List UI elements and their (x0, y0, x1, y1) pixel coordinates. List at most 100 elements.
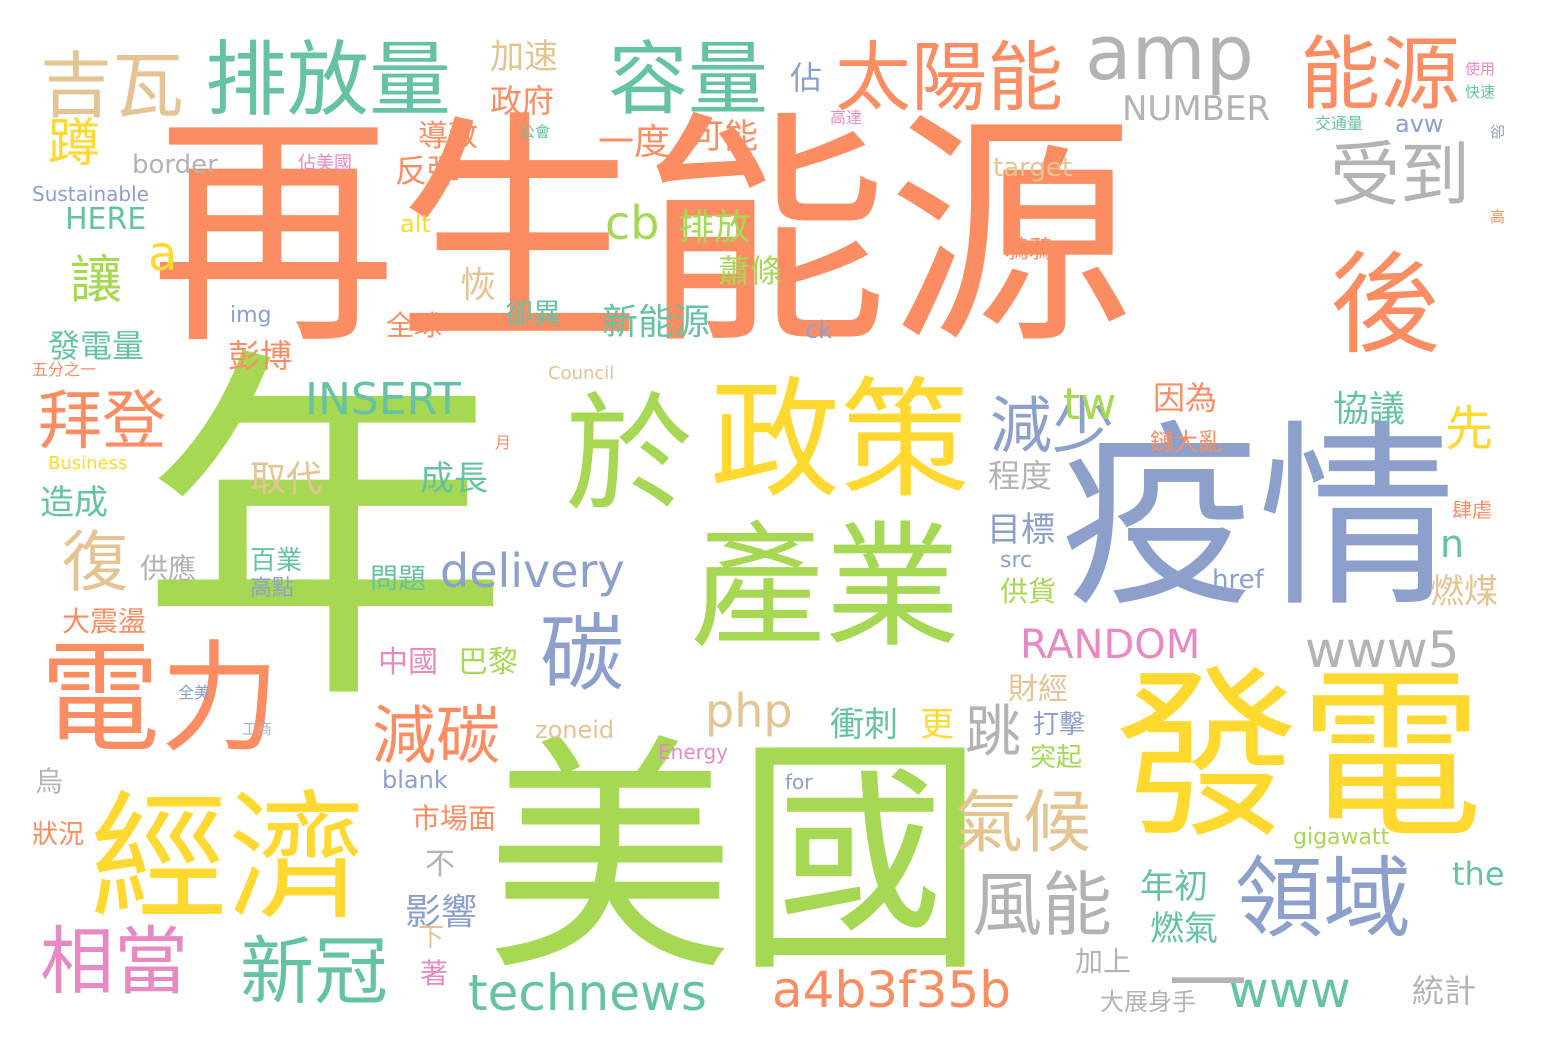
word: 公會 (520, 123, 551, 141)
word: 發電 (1115, 650, 1484, 864)
word: 中國 (378, 645, 438, 680)
word: a (148, 226, 178, 282)
word: 高點 (250, 576, 295, 601)
word: 於 (565, 381, 694, 530)
word: 年初 (1140, 867, 1208, 907)
word: 排放量 (205, 33, 452, 128)
word: 發電量 (48, 327, 145, 365)
word: 協議 (1333, 389, 1406, 430)
word: 全美 (178, 683, 211, 702)
word: NUMBER (1122, 89, 1271, 129)
word: a4b3f35b (772, 961, 1011, 1019)
word: 復 (62, 524, 128, 601)
word: 下 (418, 923, 445, 953)
word: 巴黎 (458, 645, 518, 680)
word: — (1168, 928, 1248, 1021)
word: 百業 (250, 546, 303, 576)
word: 彭博 (228, 337, 293, 375)
word: 卻 (1490, 123, 1506, 141)
word: 五分之一 (32, 360, 97, 379)
word: 碳 (540, 605, 625, 703)
word: 恢 (460, 265, 497, 306)
word: 工商 (242, 720, 273, 738)
word: 因為 (1153, 379, 1218, 417)
word: 大震盪 (62, 605, 147, 638)
word: 目標 (987, 510, 1055, 550)
word: 反彈 (395, 152, 460, 190)
word: 鏈大亂 (1150, 428, 1222, 456)
word: 一度 (598, 122, 671, 163)
word: 打擊 (1033, 710, 1086, 740)
word: 供貨 (1000, 575, 1057, 608)
word: 政府 (490, 82, 555, 120)
word: 狀況 (32, 820, 85, 850)
word: 拜登 (38, 385, 166, 459)
word: 佔美國 (298, 153, 352, 174)
word: 容量 (608, 33, 768, 126)
word: tw (1063, 379, 1117, 430)
word: 可能 (690, 117, 758, 157)
word: 問題 (370, 562, 427, 595)
word: 新能源 (602, 302, 711, 343)
word: 經濟 (90, 778, 367, 939)
word: amp (1085, 8, 1254, 97)
word: 使用 (1465, 60, 1496, 78)
word: 全球 (386, 309, 443, 342)
word-cloud: 再生能源 年 美國 疫情 發電 政策 於 產業 經濟 電力 後 排放量 容量 太… (0, 0, 1548, 1052)
word: for (785, 770, 813, 794)
word: 高 (1490, 208, 1506, 226)
word: HERE (65, 202, 147, 237)
word: 衝刺 (830, 705, 898, 745)
word: 不 (425, 847, 455, 882)
word: 佔 (790, 59, 823, 97)
word: 讓 (70, 251, 123, 311)
word: Council (548, 363, 615, 384)
word: technews (468, 964, 707, 1022)
word: 排放 (678, 207, 751, 248)
word: target (993, 153, 1073, 183)
word: 先 (1445, 401, 1494, 457)
word: 月 (495, 433, 512, 452)
word: 成長 (420, 459, 488, 499)
word: Sustainable (32, 182, 149, 206)
word: 卻異 (505, 297, 562, 330)
word: the (1452, 855, 1505, 893)
word: blank (382, 766, 448, 794)
word: Energy (658, 740, 729, 764)
word: 市場面 (412, 802, 497, 835)
word: 減碳 (372, 700, 500, 774)
word: 財經 (1008, 672, 1068, 707)
word: 美國 (485, 714, 985, 1005)
word: 電力 (40, 630, 280, 769)
word: 四成 (1010, 123, 1043, 142)
word: 導致 (418, 119, 478, 154)
word: 風能 (972, 864, 1112, 946)
word: 後 (1330, 241, 1440, 369)
word: ck (805, 316, 833, 344)
word: php (705, 684, 793, 738)
word: 受到 (1330, 134, 1470, 216)
word: border (132, 150, 218, 180)
word: 更 (920, 705, 954, 745)
word: 加上 (1075, 945, 1132, 978)
word: n (1440, 522, 1465, 566)
word: 能源 (1300, 28, 1460, 121)
word: 取代 (250, 459, 323, 500)
word: delivery (440, 544, 625, 598)
word: 太陽能 (835, 33, 1063, 122)
word: 產業 (690, 509, 960, 666)
word: 跳 (965, 700, 1021, 765)
word: INSERT (305, 374, 461, 425)
word: alt (400, 210, 431, 238)
word: img (230, 303, 272, 328)
word: 程度 (988, 457, 1053, 495)
word: cb (605, 196, 660, 250)
word: href (1212, 565, 1264, 595)
word: 加速 (490, 37, 558, 77)
word: www5 (1305, 621, 1460, 679)
word: 肆虐 (1452, 498, 1492, 522)
word: 蕭條 (718, 252, 783, 290)
word: 烏 (35, 765, 64, 798)
word: 燃煤 (1430, 572, 1498, 612)
word: avw (1395, 110, 1444, 138)
